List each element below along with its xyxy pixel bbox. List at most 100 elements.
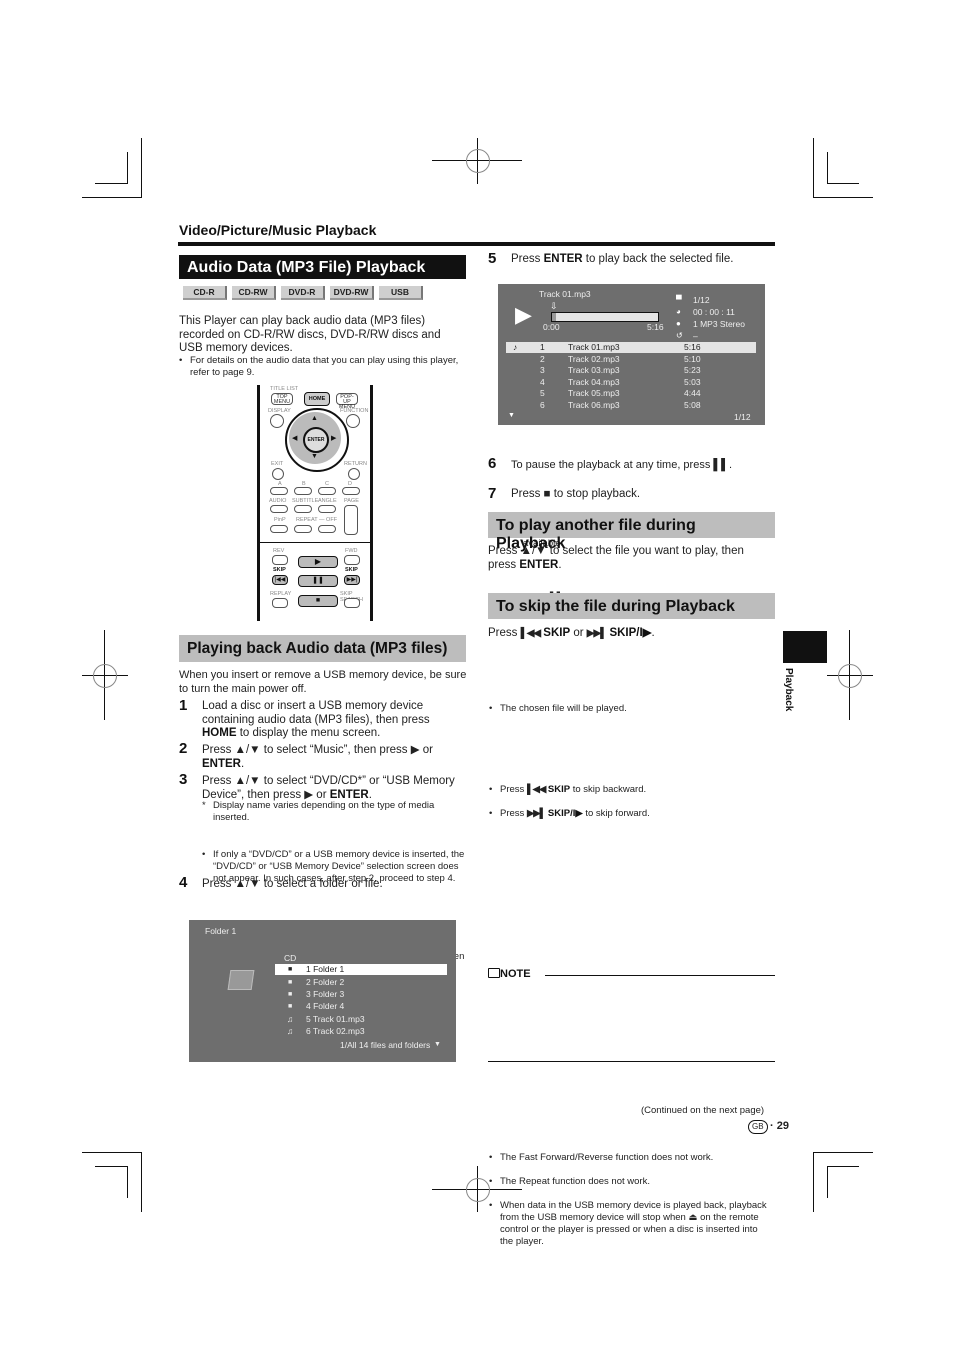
folder-browser-screen: Folder 1 CD ■ 1 Folder 1 ■ 2 Folder 2 ■ 3 F… xyxy=(189,920,456,1062)
playing-intro: When you insert or remove a USB memory d… xyxy=(179,669,467,695)
file-list-item[interactable]: ♫ 5 Track 01.mp3 xyxy=(275,1014,447,1025)
skip-back-bullet: Press ▌◀◀ SKIP to skip backward. xyxy=(489,784,770,796)
step-3-text: Press ▲/▼ to select “DVD/CD*” or “USB Me… xyxy=(202,775,455,801)
track-row[interactable]: ♪ 1 Track 01.mp3 5:16 xyxy=(506,342,756,353)
play-icon: ▶ xyxy=(298,556,338,568)
step-1-number: 1 xyxy=(179,697,188,714)
skip-back-icon: ▌◀◀ xyxy=(520,628,541,639)
continued-text: (Continued on the next page) xyxy=(641,1105,765,1116)
heading-skip-file: To skip the file during Playback xyxy=(488,593,775,619)
track-row[interactable]: 2 Track 02.mp3 5:10 xyxy=(506,354,756,365)
step-4-number: 4 xyxy=(179,874,188,891)
repeat-status: – xyxy=(693,331,698,341)
note-item: When data in the USB memory device is pl… xyxy=(489,1200,772,1248)
media-tag-dvdr: DVD-R xyxy=(281,286,325,300)
side-tab-label: Playback xyxy=(783,668,794,712)
note-bottom-rule xyxy=(488,1061,775,1062)
step-1-text: Load a disc or insert a USB memory devic… xyxy=(202,700,430,739)
folder-large-icon xyxy=(227,970,255,990)
skip-instruction: Press ▌◀◀ SKIP or ▶▶▌ SKIP/I▶. xyxy=(488,627,655,639)
track-row[interactable]: 6 Track 06.mp3 5:08 xyxy=(506,400,756,411)
left-arrow-icon: ◀ xyxy=(292,435,298,442)
skip-forward-icon: ▶▶| xyxy=(344,575,360,585)
step-6-number: 6 xyxy=(488,455,497,472)
file-list-item[interactable]: ♫ 6 Track 02.mp3 xyxy=(275,1026,447,1037)
side-tab xyxy=(783,631,827,663)
skip-forward-icon: ▶▶▌ xyxy=(586,628,607,639)
note-rule xyxy=(545,975,775,976)
folder-icon: ■ xyxy=(288,979,293,986)
music-icon: ♫ xyxy=(287,1014,294,1024)
play-icon: ▶ xyxy=(515,302,532,327)
scroll-down-icon[interactable]: ▼ xyxy=(508,412,515,419)
folder-list-item[interactable]: ■ 3 Folder 3 xyxy=(275,989,447,1000)
position-marker-icon: ⇩ xyxy=(550,301,558,311)
skip-forward-icon: ▶▶▌ xyxy=(526,808,546,819)
play-another-text: Press ▲/▼ to select the file you want to… xyxy=(488,545,744,571)
media-tags: CD-R CD-RW DVD-R DVD-RW USB xyxy=(183,286,423,300)
step-2-text: Press ▲/▼ to select “Music”, then press … xyxy=(202,744,434,770)
note-icon xyxy=(488,968,500,978)
note-item: The Fast Forward/Reverse function does n… xyxy=(489,1152,772,1164)
skip-back-icon: |◀◀ xyxy=(272,575,288,585)
time-end: 5:16 xyxy=(647,322,664,332)
enter-button: ENTER xyxy=(303,427,329,453)
remote-control-illustration: TITLE LIST TOP MENU HOME POP-UP MENU DIS… xyxy=(257,385,373,621)
folder-list-item[interactable]: ■ 1 Folder 1 xyxy=(275,964,447,975)
display-button xyxy=(270,414,284,428)
audio-intro-bullet: For details on the audio data that you c… xyxy=(179,355,462,379)
skip-back-icon: ▌◀◀ xyxy=(526,784,546,795)
header-rule xyxy=(178,242,775,246)
home-button: HOME xyxy=(304,392,330,406)
folder-screen-source: CD xyxy=(284,953,297,963)
media-tag-cdrw: CD-RW xyxy=(232,286,276,300)
progress-bar[interactable] xyxy=(551,312,659,322)
track-row[interactable]: 3 Track 03.mp3 5:23 xyxy=(506,365,756,376)
media-tag-usb: USB xyxy=(379,286,423,300)
popup-menu-button: POP-UP MENU xyxy=(336,393,358,410)
note-heading: NOTE xyxy=(488,968,531,980)
progress-fill xyxy=(552,313,556,321)
stop-icon: ■ xyxy=(298,595,338,607)
step-7-text: Press ■ to stop playback. xyxy=(511,488,641,500)
folder-icon: ■ xyxy=(288,966,293,973)
folder-icon: ■ xyxy=(288,991,293,998)
folder-screen-title: Folder 1 xyxy=(205,926,237,936)
heading-audio-data: Audio Data (MP3 File) Playback xyxy=(179,255,466,279)
track-row[interactable]: 5 Track 05.mp3 4:44 xyxy=(506,388,756,399)
folder-screen-footer: 1/All 14 files and folders xyxy=(340,1040,431,1050)
folder-list-item[interactable]: ■ 4 Folder 4 xyxy=(275,1001,447,1012)
heading-playing-back: Playing back Audio data (MP3 files) xyxy=(179,635,466,662)
step-3-footnote: * Display name varies depending on the ty… xyxy=(202,800,435,823)
step-6-text: To pause the playback at any time, press… xyxy=(511,459,733,471)
top-menu-button: TOP MENU xyxy=(271,393,293,405)
skip-forward-bullet: Press ▶▶▌ SKIP/I▶ to skip forward. xyxy=(489,808,770,820)
audio-intro: This Player can play back audio data (MP… xyxy=(179,315,441,354)
elapsed-time: 00 : 00 : 11 xyxy=(693,307,735,317)
track-row[interactable]: 4 Track 04.mp3 5:03 xyxy=(506,377,756,388)
time-start: 0:00 xyxy=(543,322,560,332)
heading-play-another: To play another file during Playback xyxy=(488,512,775,552)
folder-icon: ■ xyxy=(288,1003,293,1010)
function-button xyxy=(346,414,360,428)
audio-format: 1 MP3 Stereo xyxy=(693,319,745,329)
media-tag-cdr: CD-R xyxy=(183,286,227,300)
playback-screen: Track 01.mp3 ▶ ⇩ 0:00 5:16 ▀ 1/12 ◕ 00 :… xyxy=(498,284,765,425)
step-7-number: 7 xyxy=(488,485,497,502)
music-icon: ♫ xyxy=(287,1026,294,1036)
section-title: Video/Picture/Music Playback xyxy=(179,222,377,238)
scroll-down-icon[interactable]: ▼ xyxy=(434,1041,441,1048)
audio-icon: ● xyxy=(676,319,681,328)
right-arrow-icon: ▶ xyxy=(331,435,337,442)
clock-icon: ◕ xyxy=(676,307,681,316)
page-number: · 29 xyxy=(770,1120,789,1132)
step-5-number: 5 xyxy=(488,250,497,267)
playback-track-name: Track 01.mp3 xyxy=(539,289,591,299)
down-arrow-icon: ▼ xyxy=(311,453,318,460)
play-another-bullet: The chosen file will be played. xyxy=(489,703,770,715)
playback-page-counter: 1/12 xyxy=(734,412,751,422)
now-playing-icon: ♪ xyxy=(513,342,518,352)
folder-list-item[interactable]: ■ 2 Folder 2 xyxy=(275,977,447,988)
note-item: The Repeat function does not work. xyxy=(489,1176,772,1188)
repeat-icon: ↺ xyxy=(676,331,683,340)
